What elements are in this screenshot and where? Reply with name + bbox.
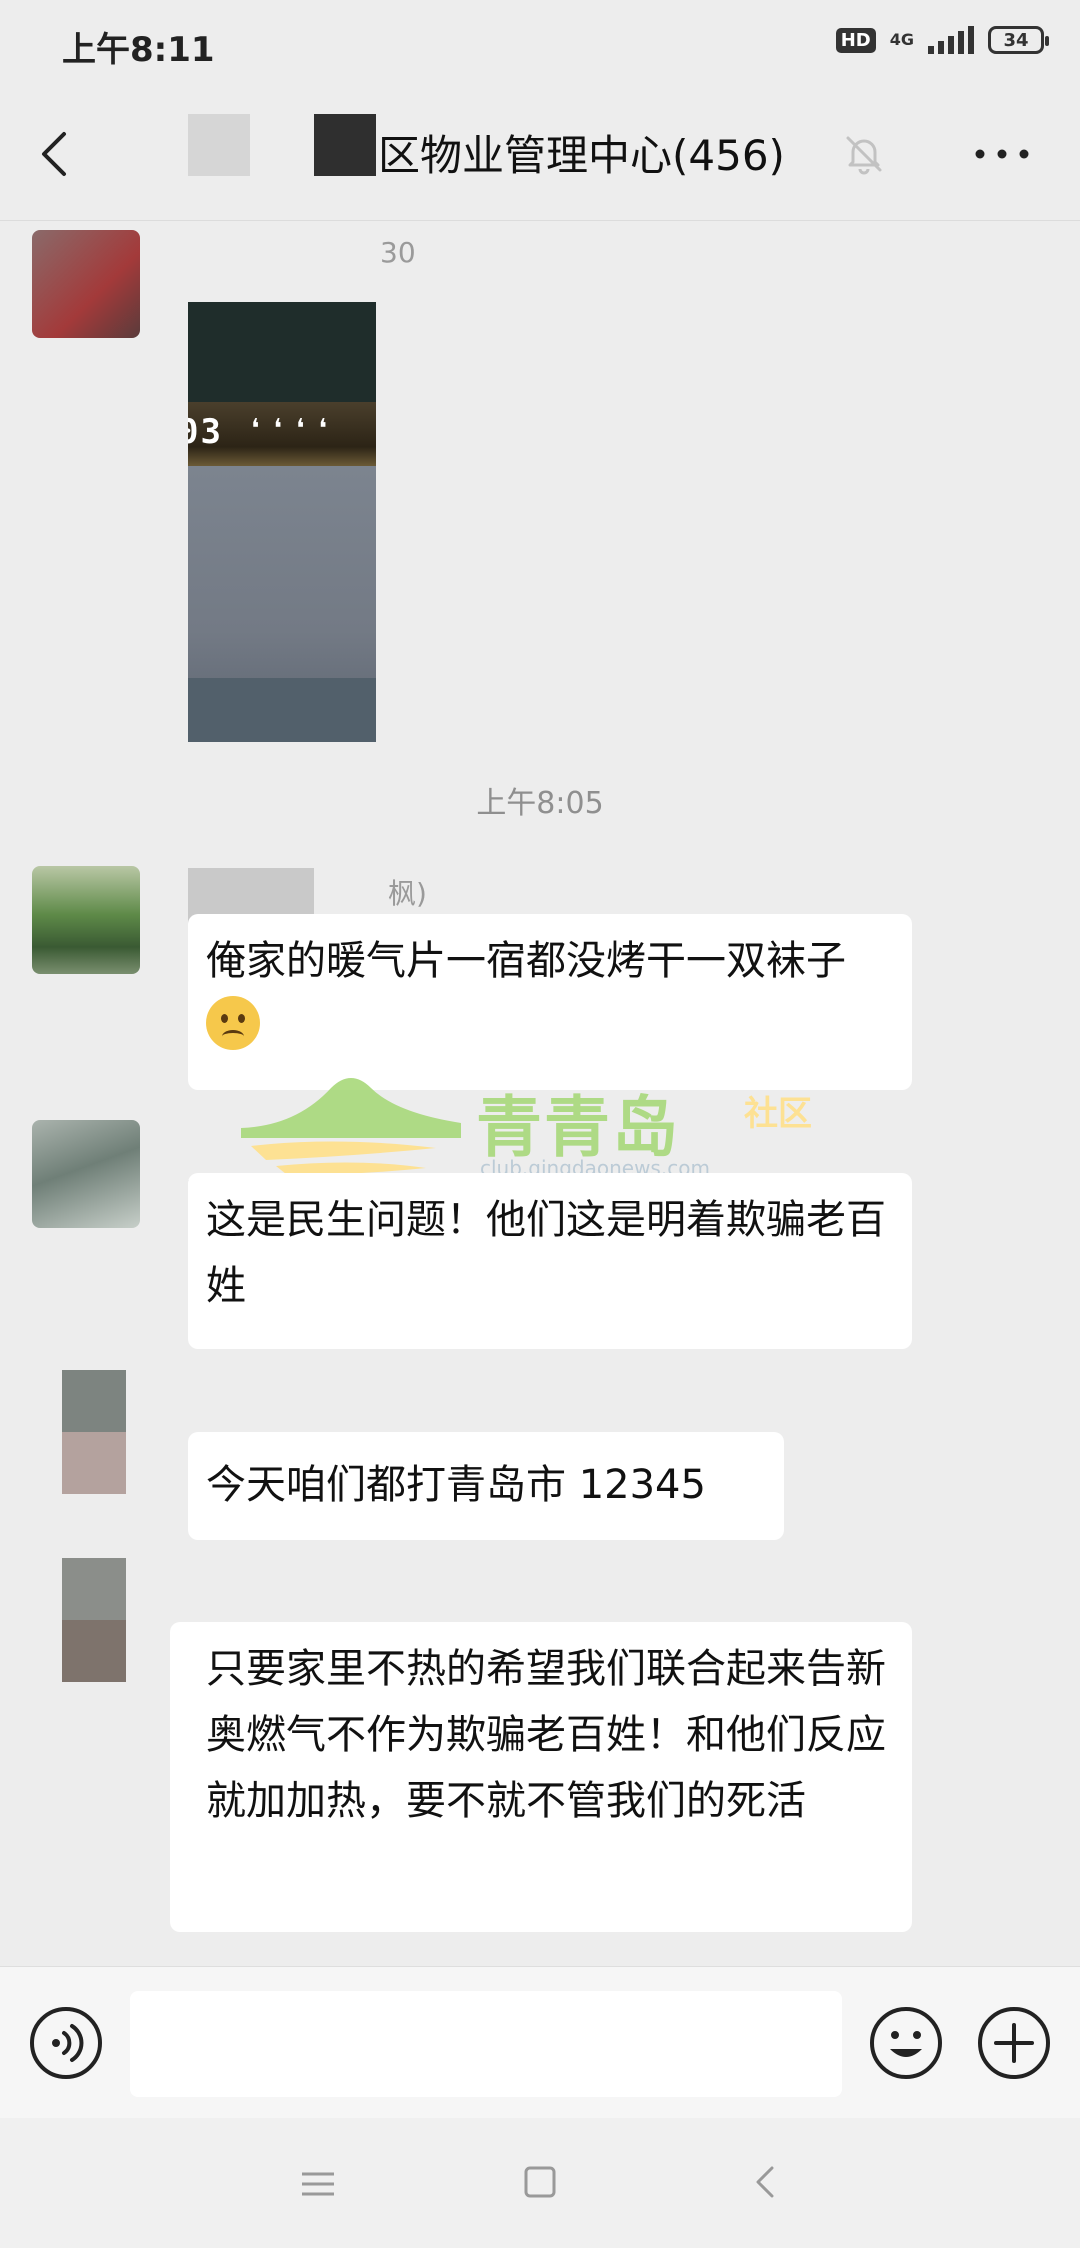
message-text: 这是民生问题！他们这是明着欺骗老百姓: [206, 1197, 886, 1309]
square-icon: [524, 2166, 556, 2198]
watermark: 青青岛 社区 club.qingdaonews.com: [236, 1068, 836, 1180]
status-icons: HD 4G 34: [835, 26, 1049, 54]
menu-icon: [302, 2172, 334, 2196]
message-timestamp: 上午8:05: [476, 786, 604, 821]
more-dots-icon: [975, 149, 1029, 159]
sad-face-emoji-icon: [206, 996, 260, 1050]
message-bubble[interactable]: 这是民生问题！他们这是明着欺骗老百姓: [188, 1173, 912, 1349]
mountain-logo-icon: [241, 1078, 461, 1175]
avatar[interactable]: [32, 866, 140, 974]
battery-icon: 34: [988, 26, 1049, 54]
message-text: 只要家里不热的希望我们联合起来告新奥燃气不作为欺骗老百姓！和他们反应就加加热，要…: [206, 1646, 886, 1824]
signal-icon: [928, 26, 974, 54]
voice-icon: [30, 2007, 102, 2079]
message-bubble[interactable]: 俺家的暖气片一宿都没烤干一双袜子: [188, 914, 912, 1090]
system-nav-bar: [0, 2118, 1080, 2248]
title-blur-block: [314, 114, 376, 176]
emoji-button[interactable]: [868, 2005, 944, 2081]
plus-circle-icon: [978, 2007, 1050, 2079]
mute-bell-icon: [842, 132, 886, 176]
watermark-subtitle: 社区: [744, 1094, 812, 1134]
message-text: 俺家的暖气片一宿都没烤干一双袜子: [206, 938, 846, 984]
avatar[interactable]: [62, 1558, 126, 1682]
smiley-icon: [870, 2007, 942, 2079]
avatar[interactable]: [62, 1370, 126, 1494]
network-type: 4G: [889, 30, 914, 49]
status-bar: 上午8:11 HD 4G 34: [0, 0, 1080, 88]
sender-name: 30: [380, 236, 416, 269]
input-bar: [0, 1966, 1080, 2119]
chevron-left-icon: [42, 132, 66, 176]
more-functions-button[interactable]: [976, 2005, 1052, 2081]
sender-name: 枫): [388, 877, 427, 910]
voice-input-button[interactable]: [28, 2005, 104, 2081]
chat-header: 区物业管理中心(456): [0, 88, 1080, 221]
message-bubble[interactable]: 今天咱们都打青岛市 12345: [188, 1432, 784, 1540]
chat-title: 区物业管理中心(456): [378, 131, 785, 180]
back-button[interactable]: [28, 124, 88, 184]
avatar[interactable]: [32, 1120, 140, 1228]
nav-home-button[interactable]: [520, 2162, 560, 2202]
image-message[interactable]: 03 ❛❛❛❛ ▪▪: [188, 302, 376, 742]
message-bubble[interactable]: 只要家里不热的希望我们联合起来告新奥燃气不作为欺骗老百姓！和他们反应就加加热，要…: [170, 1622, 912, 1932]
status-time: 上午8:11: [62, 30, 215, 70]
avatar[interactable]: [32, 230, 140, 338]
more-options-button[interactable]: [972, 134, 1032, 174]
nav-menu-button[interactable]: [298, 2164, 338, 2204]
hd-icon: HD: [835, 27, 876, 53]
message-input[interactable]: [130, 1991, 842, 2097]
chevron-left-icon: [756, 2166, 774, 2198]
title-blur-block: [188, 114, 250, 176]
nav-back-button[interactable]: [746, 2162, 786, 2202]
message-text: 今天咱们都打青岛市 12345: [206, 1462, 706, 1508]
